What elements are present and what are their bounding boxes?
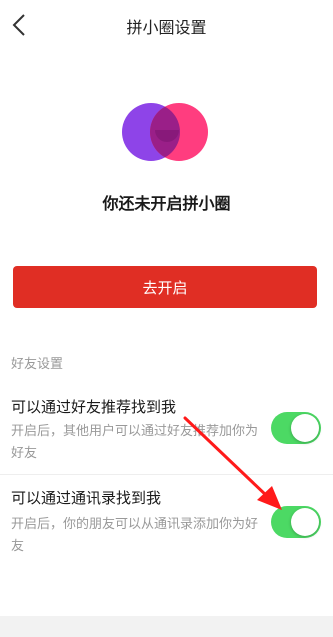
toggle-knob: [291, 414, 319, 442]
status-text: 你还未开启拼小圈: [102, 194, 231, 213]
header: 拼小圈设置: [0, 0, 333, 52]
setting-title: 可以通过通讯录找到我: [11, 489, 162, 507]
open-button[interactable]: 去开启: [13, 266, 317, 308]
setting-description: 开启后，其他用户可以通过好友推荐加你为好友: [11, 424, 259, 461]
bottom-band: [0, 616, 333, 637]
setting-description: 开启后，你的朋友可以从通讯录添加你为好友: [11, 517, 259, 554]
friend-recommend-toggle[interactable]: [271, 412, 321, 444]
page-title: 拼小圈设置: [126, 18, 207, 37]
open-button-label: 去开启: [142, 278, 188, 297]
setting-row-friend-recommend: 可以通过好友推荐找到我 开启后，其他用户可以通过好友推荐加你为好友: [0, 384, 333, 474]
contacts-toggle[interactable]: [271, 506, 321, 538]
toggle-knob: [291, 508, 319, 536]
section-label: 好友设置: [11, 357, 64, 372]
pinxiaoquan-logo: [122, 103, 208, 161]
setting-title: 可以通过好友推荐找到我: [11, 398, 177, 416]
settings-page: 拼小圈设置 你还未开启拼小圈 去开启 好友设置 可以通过好友推荐找到我 开启后，…: [0, 0, 333, 637]
setting-row-contacts: 可以通过通讯录找到我 开启后，你的朋友可以从通讯录添加你为好友: [0, 475, 333, 565]
